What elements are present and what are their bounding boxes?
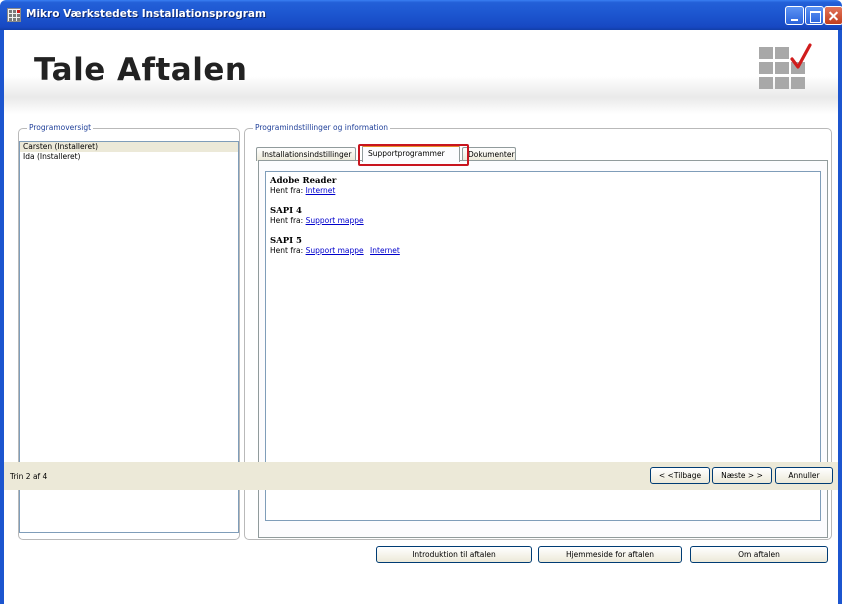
maximize-button[interactable] (805, 6, 824, 25)
program-entry: Adobe Reader Hent fra: Internet (270, 176, 816, 196)
title-bar[interactable]: Mikro Værkstedets Installationsprogram (0, 0, 842, 30)
close-button[interactable] (824, 6, 842, 25)
tab-installation-settings[interactable]: Installationsindstillinger (256, 147, 356, 161)
list-item[interactable]: Ida (Installeret) (20, 152, 238, 162)
tab-highlight-marker (358, 144, 469, 166)
program-entry: SAPI 4 Hent fra: Support mappe (270, 206, 816, 226)
next-button[interactable]: Næste > > (712, 467, 772, 484)
fetch-label: Hent fra: (270, 246, 304, 255)
tab-documents[interactable]: Dokumenter (462, 147, 516, 161)
minimize-button[interactable] (785, 6, 804, 25)
list-item-label: Ida (Installeret) (23, 152, 81, 161)
main-area: Programoversigt Carsten (Installeret) Id… (4, 114, 838, 604)
support-folder-link[interactable]: Support mappe (306, 246, 364, 255)
tab-label: Dokumenter (468, 150, 515, 159)
program-overview-legend: Programoversigt (27, 123, 94, 132)
cancel-button[interactable]: Annuller (775, 467, 833, 484)
intro-button[interactable]: Introduktion til aftalen (376, 546, 532, 563)
window-title: Mikro Værkstedets Installationsprogram (26, 8, 266, 20)
about-button[interactable]: Om aftalen (690, 546, 828, 563)
app-icon (7, 8, 21, 22)
status-bar: Trin 2 af 4 < <Tilbage Næste > > Annulle… (4, 462, 838, 490)
program-entry: SAPI 5 Hent fra: Support mappe Internet (270, 236, 816, 256)
back-button[interactable]: < <Tilbage (650, 467, 710, 484)
homepage-button[interactable]: Hjemmeside for aftalen (538, 546, 682, 563)
checkmark-icon (790, 43, 812, 69)
program-name: Adobe Reader (270, 176, 337, 186)
internet-link[interactable]: Internet (306, 186, 336, 195)
support-folder-link[interactable]: Support mappe (306, 216, 364, 225)
program-name: SAPI 5 (270, 236, 302, 246)
header-banner: Tale Aftalen (4, 30, 838, 114)
list-item-label: Carsten (Installeret) (23, 142, 99, 151)
fetch-label: Hent fra: (270, 186, 304, 195)
program-name: SAPI 4 (270, 206, 302, 216)
program-settings-legend: Programindstillinger og information (253, 123, 391, 132)
step-indicator: Trin 2 af 4 (10, 472, 48, 481)
page-title: Tale Aftalen (34, 52, 248, 88)
list-item[interactable]: Carsten (Installeret) (20, 142, 238, 152)
checkmark-grid-logo (759, 43, 812, 93)
tab-label: Installationsindstillinger (262, 150, 352, 159)
window-frame-right (838, 30, 842, 604)
internet-link[interactable]: Internet (370, 246, 400, 255)
fetch-label: Hent fra: (270, 216, 304, 225)
